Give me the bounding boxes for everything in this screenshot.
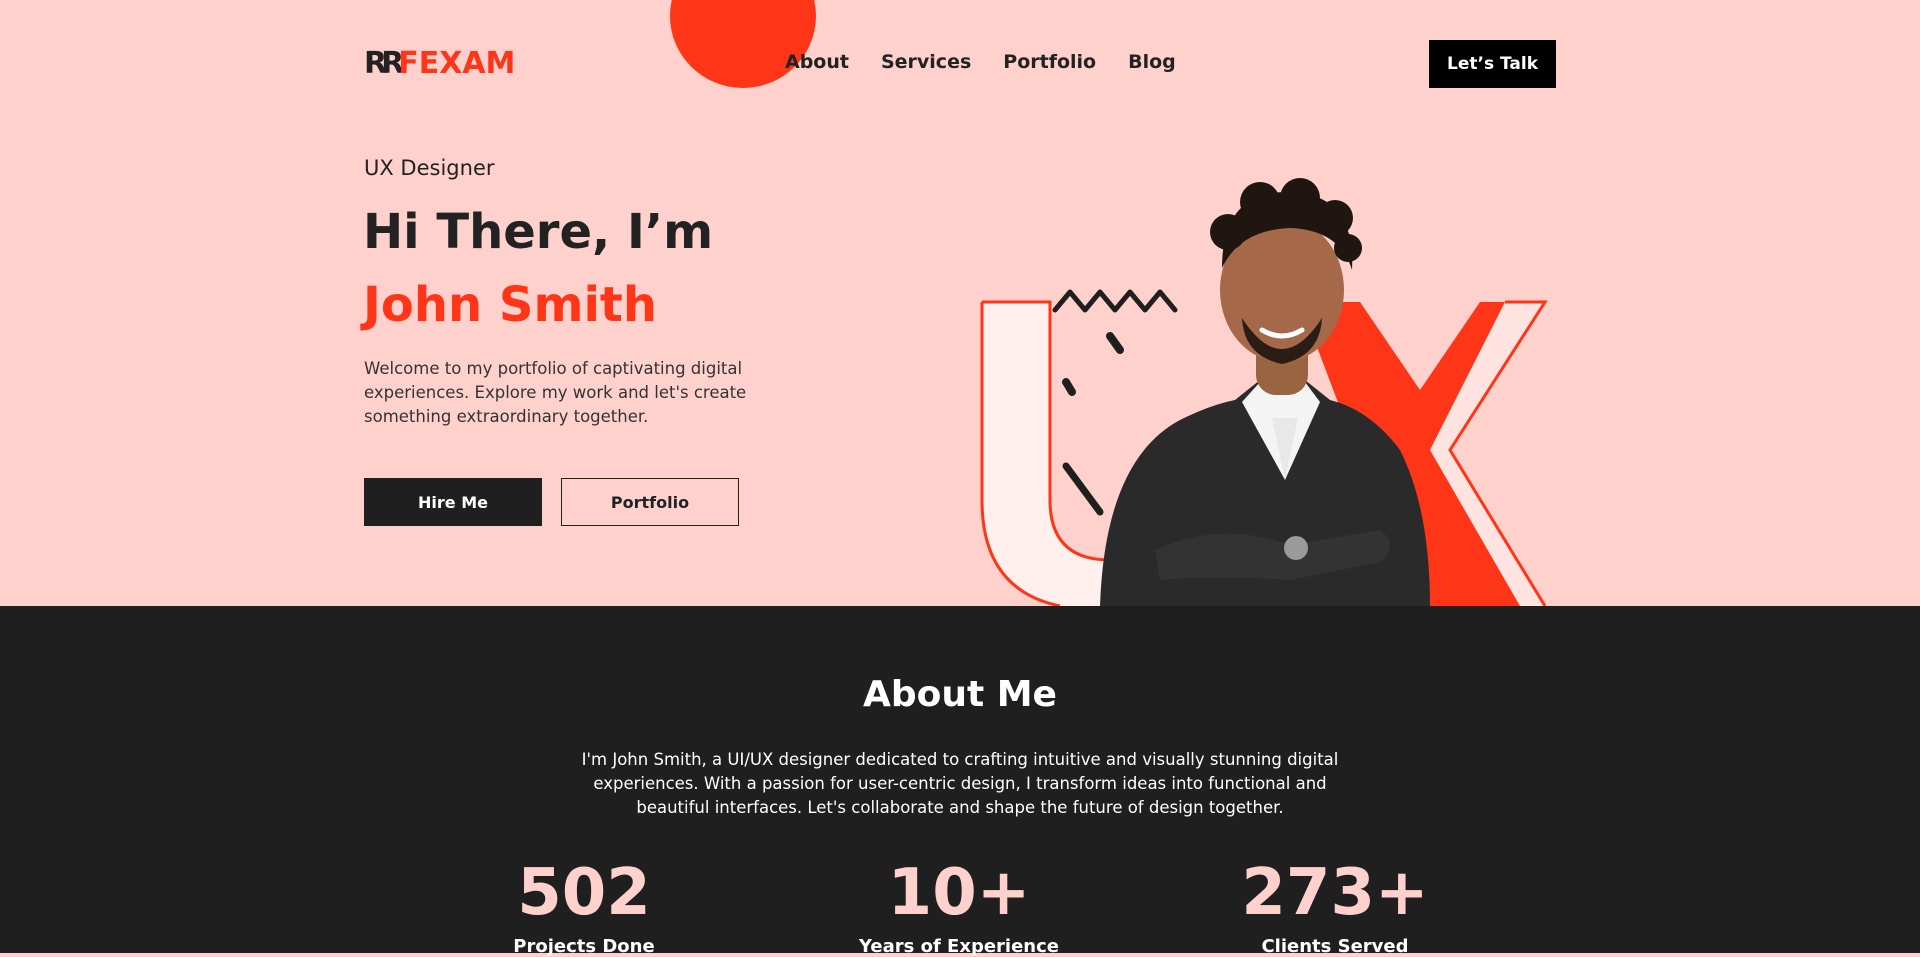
dash-decoration [1106, 332, 1124, 354]
dash-decoration [1062, 462, 1104, 516]
stat-value: 273+ [1241, 856, 1429, 930]
squiggle-decoration [1052, 289, 1178, 313]
stat-clients: 273+ Clients Served [1175, 858, 1495, 957]
hero-description: Welcome to my portfolio of captivating d… [364, 359, 747, 426]
hero-name: John Smith [363, 277, 658, 333]
logo-mark: RRF [364, 46, 419, 81]
decorative-circle [670, 0, 816, 88]
hero-greeting: Hi There, I’m [363, 204, 714, 260]
nav-blog[interactable]: Blog [1128, 51, 1176, 73]
main-nav: About Services Portfolio Blog [785, 51, 1176, 73]
hero-illustration [980, 178, 1548, 606]
stat-value: 502 [517, 856, 651, 930]
portfolio-button[interactable]: Portfolio [561, 478, 739, 526]
dash-decoration [1062, 378, 1076, 396]
about-text: I'm John Smith, a UI/UX designer dedicat… [581, 750, 1339, 817]
stat-value: 10+ [887, 856, 1031, 930]
hero-subtitle: UX Designer [364, 156, 495, 180]
logo-text: EXAM [418, 46, 516, 81]
stat-label: Clients Served [1261, 936, 1409, 957]
stat-label: Projects Done [513, 936, 655, 957]
lets-talk-button[interactable]: Let’s Talk [1429, 40, 1556, 88]
hire-me-button[interactable]: Hire Me [364, 478, 542, 526]
stat-label: Years of Experience [858, 936, 1059, 957]
nav-about[interactable]: About [785, 51, 849, 73]
stat-experience: 10+ Years of Experience [799, 858, 1119, 957]
logo[interactable]: RRF EXAM [364, 46, 515, 81]
hero-section: RRF EXAM About Services Portfolio Blog L… [0, 0, 1920, 606]
nav-portfolio[interactable]: Portfolio [1003, 51, 1096, 73]
about-title: About Me [863, 674, 1057, 715]
about-section: About Me I'm John Smith, a UI/UX designe… [0, 606, 1920, 957]
nav-services[interactable]: Services [881, 51, 971, 73]
stat-projects: 502 Projects Done [424, 858, 744, 957]
